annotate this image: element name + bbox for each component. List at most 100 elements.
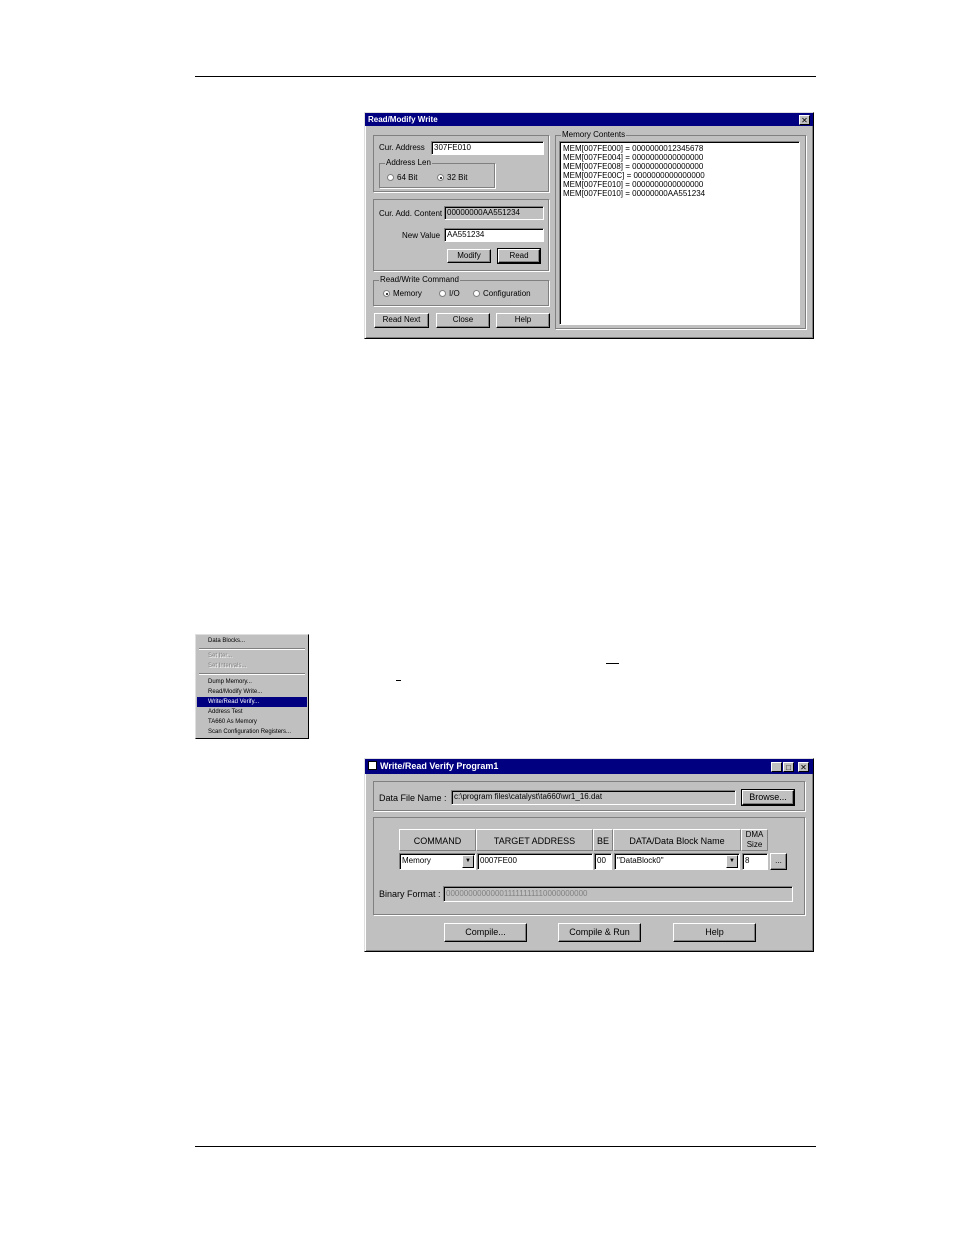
radio-memory[interactable]: Memory [383, 289, 422, 299]
text-underline-mark [396, 680, 401, 681]
wrv-minimize-button[interactable]: _ [771, 762, 782, 772]
dma-size-input[interactable]: 8 [742, 853, 768, 870]
rwm-close-button[interactable]: ✕ [799, 115, 810, 125]
radio-io[interactable]: I/O [439, 289, 460, 299]
memory-line: MEM[007FE008] = 0000000000000000 [563, 162, 704, 171]
modify-button[interactable]: Modify [447, 249, 491, 263]
binary-format-label: Binary Format : [379, 889, 441, 899]
ellipsis-button[interactable]: ... [770, 853, 787, 870]
read-modify-write-dialog: Read/Modify Write ✕ Cur. Address 307FE01… [364, 112, 814, 339]
read-button[interactable]: Read [497, 248, 541, 264]
data-file-label: Data File Name : [379, 793, 447, 803]
rwm-title-bar: Read/Modify Write [365, 113, 813, 126]
radio-io-dot [439, 290, 446, 297]
wrv-title: Write/Read Verify Program1 [380, 761, 499, 771]
menu-item-set-iter: Set Iter... [208, 653, 233, 659]
read-button-label: Read [509, 251, 529, 260]
cur-add-content-field: 00000000AA551234 [444, 206, 544, 220]
compile-run-button-label: Compile & Run [569, 927, 630, 937]
help-button-label: Help [514, 315, 532, 324]
ellipsis-button-label: ... [775, 856, 782, 865]
binary-format-field: 000000000000011111111110000000000 [443, 886, 793, 902]
memory-line: MEM[007FE010] = 00000000AA551234 [563, 189, 706, 198]
cur-add-content-label: Cur. Add. Content [379, 209, 443, 218]
menu-item-dump-memory[interactable]: Dump Memory... [197, 677, 307, 687]
radio-32bit[interactable]: 32 Bit [437, 173, 467, 183]
wrv-maximize-button[interactable]: □ [783, 762, 794, 772]
wrv-help-button-label: Help [705, 927, 724, 937]
minimize-icon: _ [774, 763, 779, 772]
close-icon: ✕ [800, 763, 807, 772]
read-next-button[interactable]: Read Next [374, 313, 429, 328]
memory-contents-label: Memory Contents [561, 130, 627, 140]
write-read-verify-dialog: Write/Read Verify Program1 _ □ ✕ Data Fi… [364, 758, 814, 952]
menu-item-set-intervals: Set Intervals... [208, 663, 247, 669]
cur-address-input[interactable]: 307FE010 [431, 141, 544, 155]
wrv-close-button[interactable]: ✕ [798, 762, 809, 772]
app-icon [368, 761, 377, 770]
radio-configuration-dot [473, 290, 480, 297]
target-address-input[interactable]: 0007FE00 [477, 853, 593, 870]
radio-64bit-dot [387, 174, 394, 181]
radio-io-label: I/O [449, 289, 460, 298]
compile-button[interactable]: Compile... [444, 923, 527, 942]
browse-button-label: Browse... [749, 792, 787, 802]
menu-item-write-read-verify[interactable]: Write/Read Verify... [197, 697, 307, 707]
wrv-title-bar: Write/Read Verify Program1 [365, 759, 813, 774]
data-block-dropdown-value: "DataBlock0" [617, 856, 664, 865]
menu-separator [199, 648, 305, 650]
memory-line: MEM[007FE000] = 0000000012345678 [563, 144, 704, 153]
memory-contents-list[interactable]: MEM[007FE000] = 0000000012345678 MEM[007… [559, 141, 800, 325]
close-icon: ✕ [801, 116, 808, 125]
memory-line: MEM[007FE004] = 0000000000000000 [563, 153, 704, 162]
radio-memory-label: Memory [393, 289, 422, 298]
text-underline-mark [606, 663, 619, 664]
radio-64bit[interactable]: 64 Bit [387, 173, 417, 183]
column-header-command: COMMAND [399, 829, 476, 851]
header-rule [195, 76, 816, 77]
radio-memory-dot [383, 290, 390, 297]
command-dropdown-value: Memory [402, 856, 431, 865]
close-button[interactable]: Close [436, 313, 490, 328]
help-button[interactable]: Help [496, 313, 550, 328]
radio-configuration-label: Configuration [483, 289, 531, 298]
radio-32bit-label: 32 Bit [447, 173, 468, 182]
cur-address-label: Cur. Address [379, 143, 425, 152]
close-button-label: Close [452, 315, 474, 324]
radio-64bit-label: 64 Bit [397, 173, 418, 182]
new-value-input[interactable]: AA551234 [444, 228, 544, 242]
new-value-label: New Value [402, 231, 441, 240]
memory-line: MEM[007FE00C] = 0000000000000000 [563, 171, 705, 180]
chevron-down-icon[interactable]: ▼ [726, 855, 738, 868]
command-dropdown[interactable]: Memory ▼ [399, 853, 476, 870]
column-header-dma-size: DMA Size [741, 829, 768, 851]
menu-item-ta660-as-memory[interactable]: TA660 As Memory [197, 717, 307, 727]
address-len-label: Address Len [385, 158, 432, 168]
radio-32bit-dot [437, 174, 444, 181]
rw-command-label: Read/Write Command [379, 275, 460, 285]
column-header-target-address: TARGET ADDRESS [476, 829, 593, 851]
compile-run-button[interactable]: Compile & Run [558, 923, 641, 942]
chevron-down-icon[interactable]: ▼ [462, 855, 474, 868]
column-header-data: DATA/Data Block Name [613, 829, 741, 851]
column-header-be: BE [593, 829, 613, 851]
footer-rule [195, 1146, 816, 1147]
compile-button-label: Compile... [465, 927, 506, 937]
rwm-title: Read/Modify Write [368, 115, 438, 124]
tools-menu: Data Blocks... Set Iter... Set Intervals… [195, 634, 309, 739]
maximize-icon: □ [786, 763, 791, 772]
radio-configuration[interactable]: Configuration [473, 289, 531, 299]
wrv-help-button[interactable]: Help [673, 923, 756, 942]
data-block-dropdown[interactable]: "DataBlock0" ▼ [614, 853, 740, 870]
be-input[interactable]: 00 [594, 853, 612, 870]
modify-button-label: Modify [457, 251, 481, 260]
menu-item-read-modify-write[interactable]: Read/Modify Write... [197, 687, 307, 697]
menu-item-data-blocks[interactable]: Data Blocks... [197, 636, 307, 646]
menu-item-address-test[interactable]: Address Test [197, 707, 307, 717]
data-file-field: c:\program files\catalyst\ta660\wr1_16.d… [451, 790, 736, 805]
browse-button[interactable]: Browse... [741, 789, 795, 806]
menu-item-scan-config-registers[interactable]: Scan Configuration Registers... [197, 727, 307, 737]
memory-line: MEM[007FE010] = 0000000000000000 [563, 180, 704, 189]
menu-separator [199, 673, 305, 675]
read-next-button-label: Read Next [382, 315, 421, 324]
